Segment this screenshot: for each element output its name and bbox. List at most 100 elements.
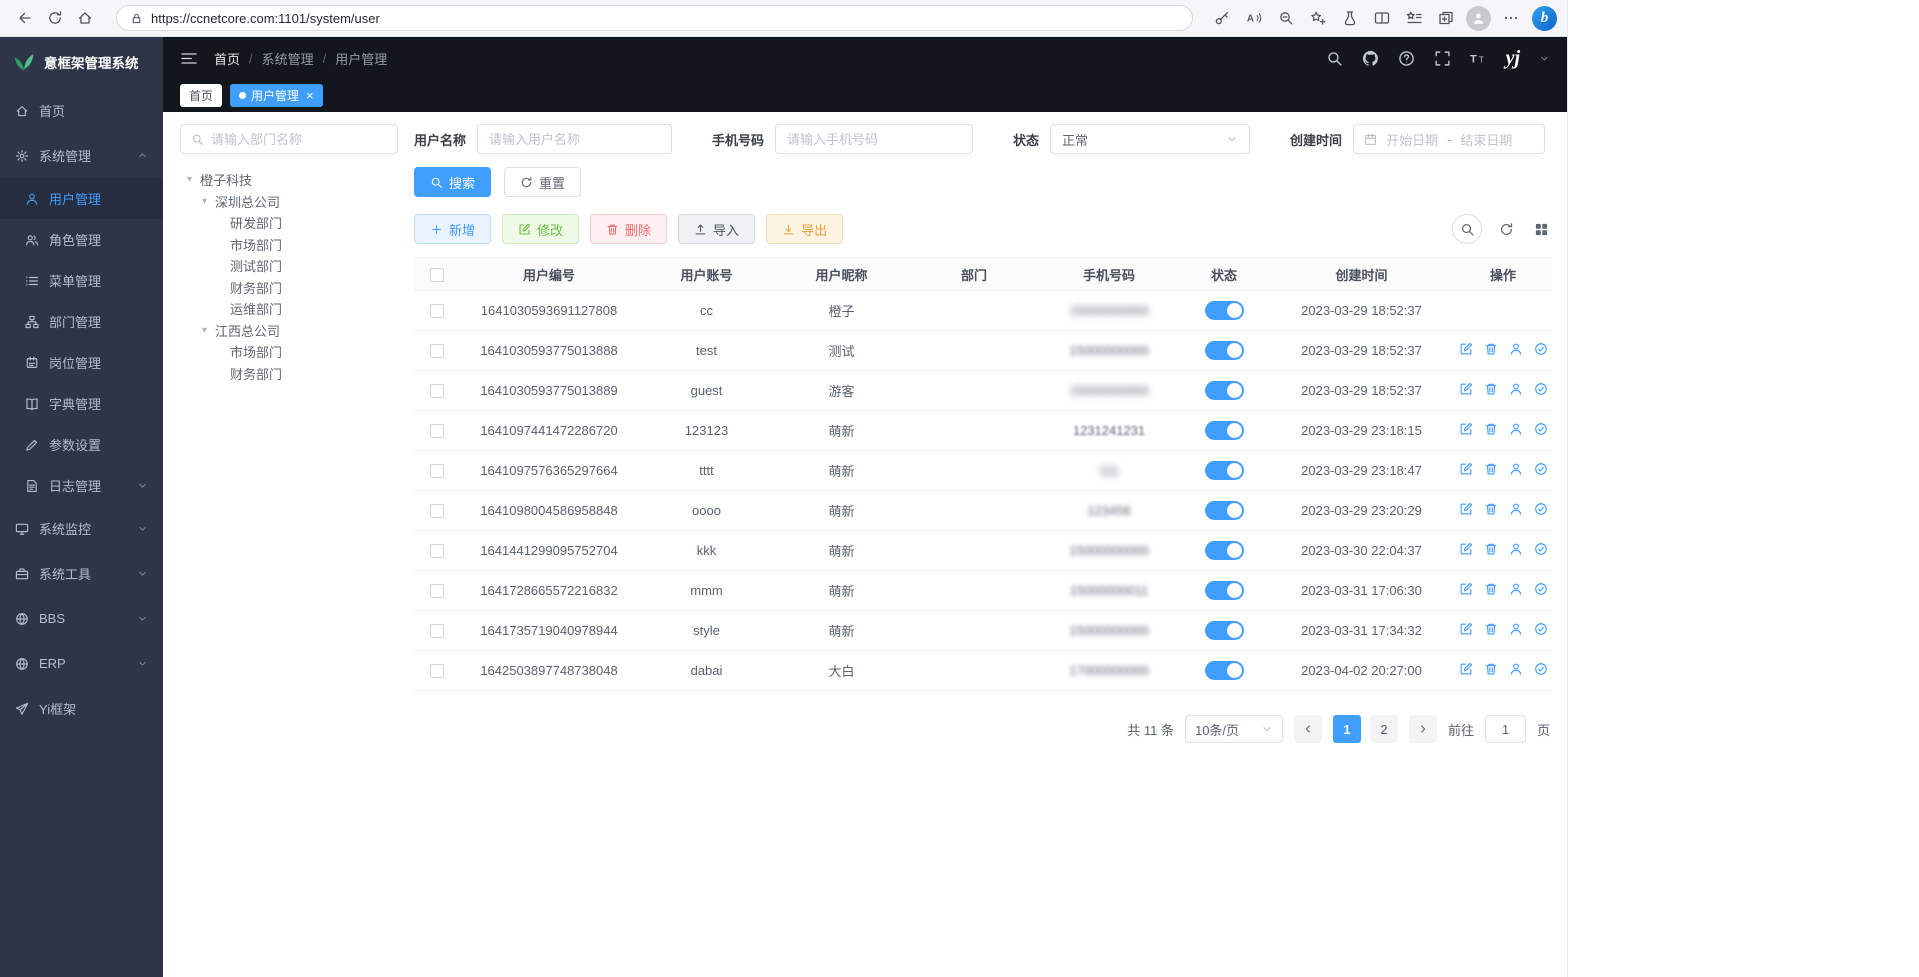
sidebar-item-yi-framework[interactable]: Yi框架	[0, 686, 163, 731]
assign-role-icon[interactable]	[1534, 542, 1548, 556]
bing-icon[interactable]: b	[1532, 6, 1557, 31]
sidebar-item-post-management[interactable]: 岗位管理	[0, 342, 163, 383]
assign-role-icon[interactable]	[1534, 622, 1548, 636]
breadcrumb-item[interactable]: 系统管理	[262, 49, 314, 68]
username-input[interactable]	[477, 124, 672, 154]
delete-row-icon[interactable]	[1484, 502, 1498, 516]
sidebar-item-dict-management[interactable]: 字典管理	[0, 383, 163, 424]
split-screen-icon[interactable]	[1367, 4, 1397, 32]
reset-password-icon[interactable]	[1509, 422, 1523, 436]
page-button-2[interactable]: 2	[1370, 715, 1398, 743]
status-switch[interactable]	[1205, 421, 1244, 440]
phone-input[interactable]	[775, 124, 973, 154]
user-menu-caret-icon[interactable]	[1539, 53, 1550, 64]
status-switch[interactable]	[1205, 621, 1244, 640]
reset-password-icon[interactable]	[1509, 382, 1523, 396]
edit-row-icon[interactable]	[1459, 542, 1473, 556]
row-checkbox[interactable]	[430, 624, 444, 638]
row-checkbox[interactable]	[430, 304, 444, 318]
tree-node[interactable]: ▾江西总公司	[180, 320, 398, 342]
status-switch[interactable]	[1205, 581, 1244, 600]
row-checkbox[interactable]	[430, 384, 444, 398]
row-checkbox[interactable]	[430, 464, 444, 478]
edit-button[interactable]: 修改	[502, 214, 579, 244]
delete-row-icon[interactable]	[1484, 582, 1498, 596]
row-checkbox[interactable]	[430, 664, 444, 678]
search-button[interactable]: 搜索	[414, 167, 491, 197]
import-button[interactable]: 导入	[678, 214, 755, 244]
reset-password-icon[interactable]	[1509, 462, 1523, 476]
status-switch[interactable]	[1205, 301, 1244, 320]
delete-row-icon[interactable]	[1484, 622, 1498, 636]
font-size-icon[interactable]: TT	[1470, 50, 1487, 67]
assign-role-icon[interactable]	[1534, 422, 1548, 436]
sidebar-toggle-icon[interactable]	[180, 51, 198, 66]
edit-row-icon[interactable]	[1459, 422, 1473, 436]
sidebar-item-log-management[interactable]: 日志管理	[0, 465, 163, 506]
favorites-bar-icon[interactable]	[1399, 4, 1429, 32]
breadcrumb-item[interactable]: 首页	[214, 49, 240, 68]
add-button[interactable]: 新增	[414, 214, 491, 244]
caret-down-icon[interactable]: ▾	[199, 325, 210, 336]
edit-row-icon[interactable]	[1459, 502, 1473, 516]
caret-down-icon[interactable]: ▾	[184, 174, 195, 185]
edit-row-icon[interactable]	[1459, 622, 1473, 636]
header-search-icon[interactable]	[1326, 50, 1343, 67]
home-button[interactable]	[70, 4, 100, 32]
delete-row-icon[interactable]	[1484, 662, 1498, 676]
edit-row-icon[interactable]	[1459, 662, 1473, 676]
reset-password-icon[interactable]	[1509, 342, 1523, 356]
page-button-1[interactable]: 1	[1333, 715, 1361, 743]
tree-node[interactable]: ▾深圳总公司	[180, 191, 398, 213]
tree-node[interactable]: 财务部门	[180, 277, 398, 299]
row-checkbox[interactable]	[430, 424, 444, 438]
status-switch[interactable]	[1205, 661, 1244, 680]
edit-row-icon[interactable]	[1459, 342, 1473, 356]
goto-page-input[interactable]	[1485, 715, 1526, 743]
date-range-picker[interactable]: 开始日期 - 结束日期	[1353, 124, 1545, 154]
help-icon[interactable]	[1398, 50, 1415, 67]
user-avatar-logo[interactable]: yj	[1506, 48, 1520, 68]
delete-row-icon[interactable]	[1484, 422, 1498, 436]
sidebar-item-erp[interactable]: ERP	[0, 641, 163, 686]
zoom-icon[interactable]	[1271, 4, 1301, 32]
show-search-button[interactable]	[1452, 214, 1482, 244]
assign-role-icon[interactable]	[1534, 462, 1548, 476]
delete-button[interactable]: 删除	[590, 214, 667, 244]
status-switch[interactable]	[1205, 541, 1244, 560]
caret-down-icon[interactable]: ▾	[199, 196, 210, 207]
github-icon[interactable]	[1362, 50, 1379, 67]
edit-row-icon[interactable]	[1459, 582, 1473, 596]
page-size-select[interactable]: 10条/页	[1185, 715, 1283, 743]
reset-password-icon[interactable]	[1509, 582, 1523, 596]
sidebar-item-home[interactable]: 首页	[0, 88, 163, 133]
assign-role-icon[interactable]	[1534, 502, 1548, 516]
sidebar-item-role-management[interactable]: 角色管理	[0, 219, 163, 260]
delete-row-icon[interactable]	[1484, 542, 1498, 556]
tab-user-management[interactable]: 用户管理×	[230, 84, 323, 107]
assign-role-icon[interactable]	[1534, 342, 1548, 356]
status-switch[interactable]	[1205, 501, 1244, 520]
tree-node[interactable]: 财务部门	[180, 363, 398, 385]
sidebar-item-system-tools[interactable]: 系统工具	[0, 551, 163, 596]
assign-role-icon[interactable]	[1534, 582, 1548, 596]
delete-row-icon[interactable]	[1484, 382, 1498, 396]
profile-avatar[interactable]	[1466, 6, 1491, 31]
sidebar-item-user-management[interactable]: 用户管理	[0, 178, 163, 219]
tab-close-icon[interactable]: ×	[306, 89, 314, 102]
assign-role-icon[interactable]	[1534, 662, 1548, 676]
collections-icon[interactable]	[1431, 4, 1461, 32]
tree-node[interactable]: 运维部门	[180, 298, 398, 320]
sidebar-item-bbs[interactable]: BBS	[0, 596, 163, 641]
select-all-checkbox[interactable]	[430, 268, 444, 282]
dept-search-input[interactable]	[211, 132, 387, 147]
reset-password-icon[interactable]	[1509, 502, 1523, 516]
status-switch[interactable]	[1205, 341, 1244, 360]
delete-row-icon[interactable]	[1484, 342, 1498, 356]
sidebar-item-system-management[interactable]: 系统管理	[0, 133, 163, 178]
password-key-icon[interactable]	[1207, 4, 1237, 32]
status-switch[interactable]	[1205, 461, 1244, 480]
reset-button[interactable]: 重置	[504, 167, 581, 197]
assign-role-icon[interactable]	[1534, 382, 1548, 396]
row-checkbox[interactable]	[430, 504, 444, 518]
